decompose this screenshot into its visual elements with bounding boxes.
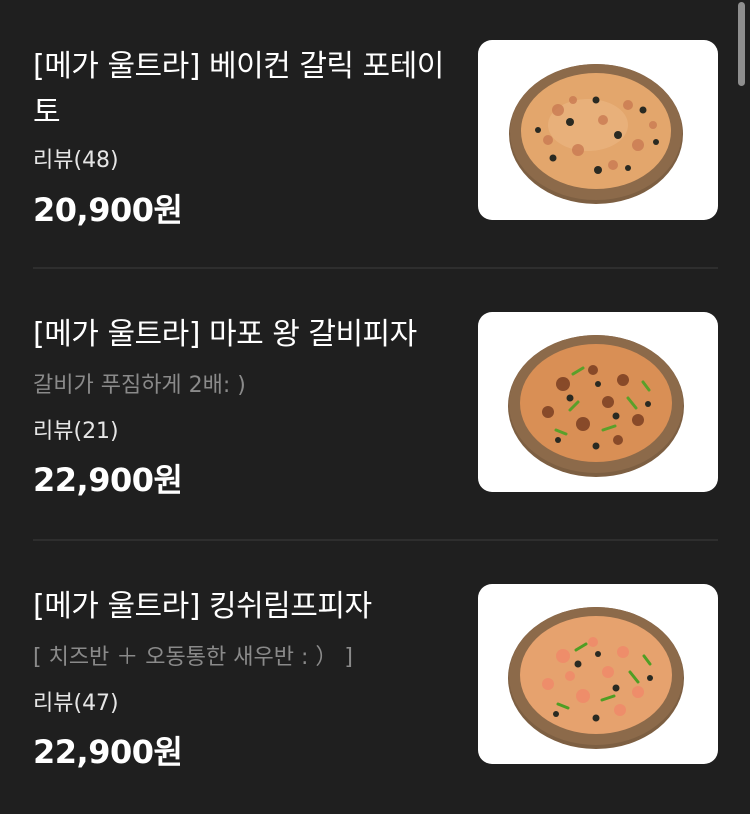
- menu-item-image[interactable]: [478, 584, 718, 764]
- menu-item[interactable]: [메가 울트라] 베이컨 갈릭 포테이토 리뷰(48) 20,900원: [0, 0, 750, 272]
- menu-item-title: [메가 울트라] 베이컨 갈릭 포테이토: [33, 49, 444, 130]
- pizza-icon: [509, 64, 683, 204]
- menu-item-review-count[interactable]: 리뷰(48): [33, 146, 119, 176]
- scrollbar[interactable]: [738, 2, 745, 86]
- menu-item-description: [ 치즈반 ＋ 오동통한 새우반 : ） ]: [33, 645, 353, 670]
- menu-item-title: [메가 울트라] 킹쉬림프피자: [33, 589, 372, 624]
- divider: [33, 539, 718, 541]
- menu-item-title: [메가 울트라] 마포 왕 갈비피자: [33, 317, 417, 352]
- menu-item-price: 22,900원: [33, 461, 183, 499]
- menu-item-review-count[interactable]: 리뷰(21): [33, 417, 119, 447]
- menu-list: [메가 울트라] 베이컨 갈릭 포테이토 리뷰(48) 20,900원 [메가 …: [0, 0, 750, 814]
- menu-item-image[interactable]: [478, 312, 718, 492]
- menu-item[interactable]: [메가 울트라] 마포 왕 갈비피자 갈비가 푸짐하게 2배: ) 리뷰(21)…: [0, 272, 750, 544]
- menu-item-price: 22,900원: [33, 733, 183, 771]
- pizza-icon: [508, 607, 684, 749]
- menu-item-image[interactable]: [478, 40, 718, 220]
- menu-item[interactable]: [메가 울트라] 킹쉬림프피자 [ 치즈반 ＋ 오동통한 새우반 : ） ] 리…: [0, 544, 750, 814]
- menu-item-description: 갈비가 푸짐하게 2배: ): [33, 373, 246, 398]
- menu-item-price: 20,900원: [33, 191, 183, 229]
- divider: [33, 267, 718, 269]
- menu-item-review-count[interactable]: 리뷰(47): [33, 689, 119, 719]
- pizza-icon: [508, 335, 684, 477]
